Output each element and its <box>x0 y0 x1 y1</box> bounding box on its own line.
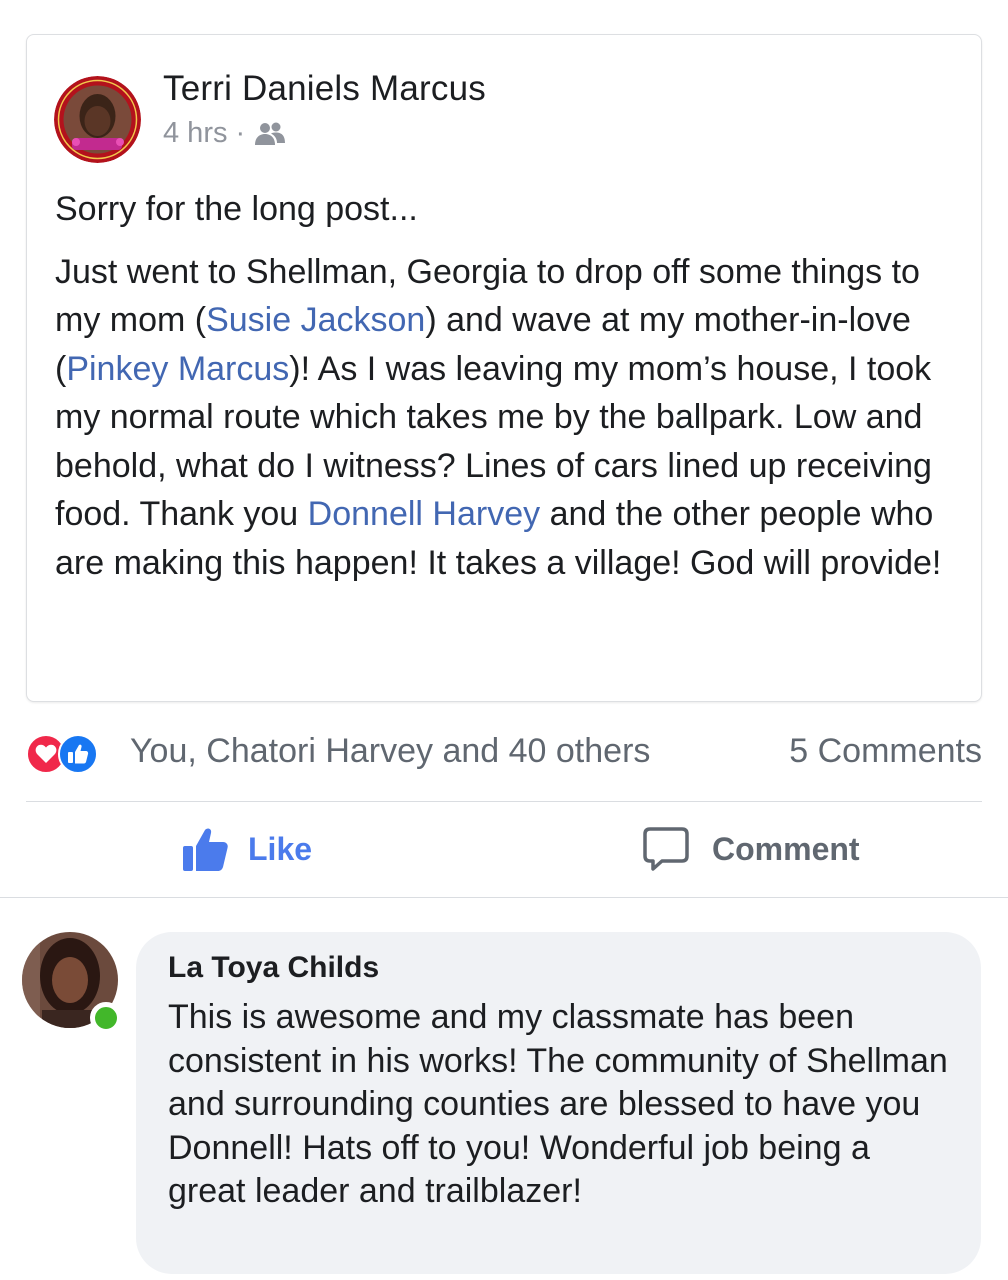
comment-text: This is awesome and my classmate has bee… <box>168 998 948 1210</box>
comment-button[interactable]: Comment <box>642 822 860 876</box>
thumbs-up-icon <box>183 828 228 871</box>
meta-separator: · <box>235 117 246 149</box>
mention-susie-jackson[interactable]: Susie Jackson <box>206 301 425 339</box>
post-text: Sorry for the long post... Just went to … <box>55 185 965 587</box>
mention-pinkey-marcus[interactable]: Pinkey Marcus <box>66 350 289 388</box>
post-meta: 4 hrs · <box>163 117 287 150</box>
divider <box>26 801 982 802</box>
author-avatar[interactable] <box>54 76 141 163</box>
comment-bubble-icon <box>643 827 689 871</box>
comment-button-label: Comment <box>712 830 860 867</box>
post-body: Just went to Shellman, Georgia to drop o… <box>55 248 965 588</box>
mention-donnell-harvey[interactable]: Donnell Harvey <box>308 495 540 533</box>
reaction-icons[interactable] <box>26 730 114 776</box>
comment-author-name[interactable]: La Toya Childs <box>168 948 951 988</box>
online-status-indicator <box>90 1002 122 1034</box>
comment-bubble: La Toya Childs This is awesome and my cl… <box>136 932 981 1274</box>
reactions-summary[interactable]: You, Chatori Harvey and 40 others <box>130 732 650 771</box>
reactions-row[interactable]: You, Chatori Harvey and 40 others 5 Comm… <box>26 728 982 778</box>
divider <box>0 897 1008 898</box>
post-time[interactable]: 4 hrs <box>163 117 227 150</box>
comments-count[interactable]: 5 Comments <box>789 732 982 771</box>
like-button-label: Like <box>248 830 313 867</box>
like-button[interactable]: Like <box>180 822 312 876</box>
post-card: Terri Daniels Marcus 4 hrs · Sorry for t… <box>26 34 982 702</box>
post-intro: Sorry for the long post... <box>55 190 418 228</box>
friends-icon <box>253 121 287 147</box>
like-icon <box>58 734 98 774</box>
post-author-name[interactable]: Terri Daniels Marcus <box>163 69 486 109</box>
